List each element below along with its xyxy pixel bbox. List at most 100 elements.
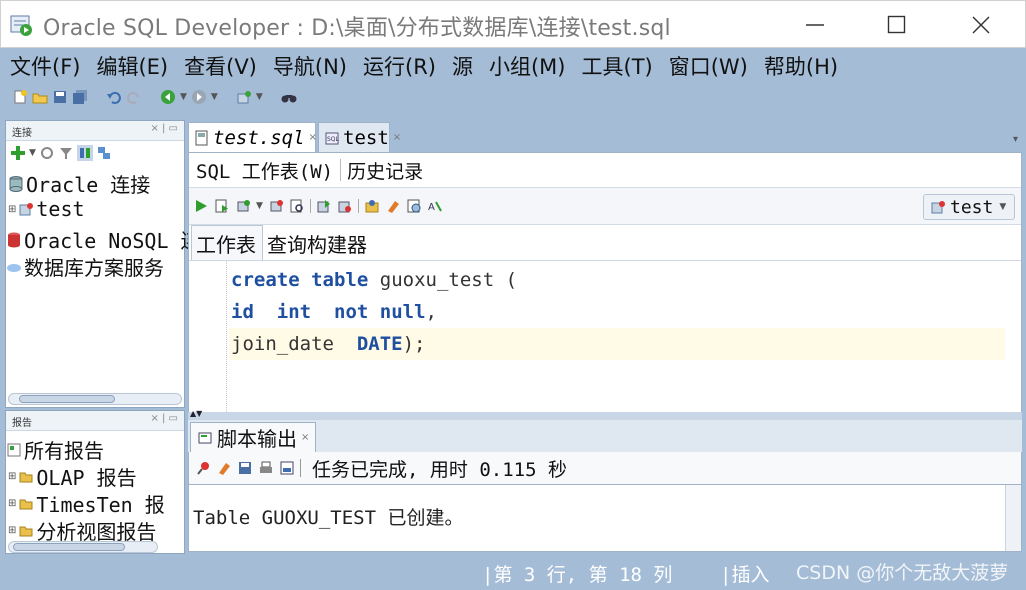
tab-query-builder[interactable]: 查询构建器 bbox=[263, 226, 373, 261]
maximize-button[interactable] bbox=[867, 1, 927, 49]
scrollbar-thumb[interactable] bbox=[13, 543, 125, 551]
redo-icon[interactable] bbox=[126, 89, 142, 105]
collapse-arrows-icon[interactable]: ▲▼ bbox=[190, 409, 202, 418]
connections-horizontal-scrollbar[interactable] bbox=[8, 393, 182, 405]
commit-dropdown-icon[interactable]: ▼ bbox=[256, 201, 263, 211]
tree-item-all-reports[interactable]: 所有报告 bbox=[6, 435, 104, 464]
menu-team[interactable]: 小组(M) bbox=[489, 51, 573, 81]
menu-edit[interactable]: 编辑(E) bbox=[96, 51, 175, 81]
close-button[interactable] bbox=[951, 1, 1011, 49]
rollback-icon[interactable] bbox=[268, 198, 284, 214]
output-options-icon[interactable] bbox=[279, 460, 295, 476]
close-tab-icon[interactable]: × bbox=[301, 432, 309, 443]
cloud-icon bbox=[6, 259, 22, 275]
close-tab-icon[interactable]: × bbox=[393, 132, 401, 143]
tree-item-cloud-schema-service[interactable]: 数据库方案服务 bbox=[6, 252, 164, 281]
tab-test-sql[interactable]: test.sql × bbox=[188, 122, 317, 152]
tab-list-dropdown-icon[interactable]: ▾ bbox=[1013, 134, 1018, 145]
menu-navigate[interactable]: 导航(N) bbox=[273, 51, 354, 81]
tree-item-timesten-reports[interactable]: ⊞ TimesTen 报 bbox=[8, 489, 165, 518]
tab-history[interactable]: 历史记录 bbox=[343, 155, 427, 186]
code-editor[interactable]: create table guoxu_test ( id int not nul… bbox=[189, 260, 1021, 412]
reports-pane-header: 报告 × | ▭ bbox=[6, 411, 184, 431]
script-output-area[interactable]: Table GUOXU_TEST 已创建。 bbox=[188, 484, 1022, 552]
expand-icon[interactable]: ⊞ bbox=[8, 471, 16, 482]
schema-browser-icon[interactable] bbox=[76, 145, 93, 161]
svg-text:SQL: SQL bbox=[327, 136, 339, 143]
tab-script-output[interactable]: 脚本输出 × bbox=[190, 422, 317, 452]
add-dropdown-icon[interactable]: ▼ bbox=[29, 148, 36, 158]
menu-tools[interactable]: 工具(T) bbox=[582, 51, 660, 81]
forward-icon[interactable] bbox=[191, 89, 207, 105]
filter-icon[interactable] bbox=[58, 145, 74, 161]
new-file-icon[interactable] bbox=[12, 89, 28, 105]
menu-source[interactable]: 源 bbox=[452, 51, 480, 81]
sql-worksheet-icon: SQL bbox=[325, 130, 339, 146]
reports-pane-title: 报告 bbox=[12, 418, 32, 429]
back-icon[interactable] bbox=[160, 89, 176, 105]
tab-sql-worksheet[interactable]: SQL 工作表(W) bbox=[191, 153, 339, 187]
connections-pane: 连接 × | ▭ ▼ Oracle 连接 ⊞ test Oracle NoSQL… bbox=[5, 120, 201, 408]
save-output-icon[interactable] bbox=[237, 460, 253, 476]
autotrace-icon[interactable] bbox=[316, 198, 332, 214]
explain-plan-icon[interactable] bbox=[289, 198, 305, 214]
undo-icon[interactable] bbox=[106, 89, 122, 105]
tree-item-olap-reports[interactable]: ⊞ OLAP 报告 bbox=[8, 462, 137, 491]
connection-dropdown-icon[interactable]: ▼ bbox=[256, 92, 263, 102]
menu-file[interactable]: 文件(F) bbox=[10, 51, 87, 81]
clear-icon[interactable] bbox=[337, 198, 353, 214]
task-status-text: 任务已完成, 用时 0.115 秒 bbox=[312, 458, 567, 481]
run-statement-icon[interactable] bbox=[193, 198, 209, 214]
editor-output-splitter[interactable]: ▲▼ bbox=[188, 409, 1022, 420]
nosql-icon bbox=[6, 232, 22, 248]
connections-pane-header: 连接 × | ▭ bbox=[6, 121, 184, 141]
pane-close-icon[interactable]: × | ▭ bbox=[150, 123, 178, 134]
sql-history-icon[interactable] bbox=[406, 198, 422, 214]
menu-help[interactable]: 帮助(H) bbox=[764, 51, 845, 81]
output-toolbar: 任务已完成, 用时 0.115 秒 bbox=[188, 452, 1022, 484]
output-vertical-scrollbar[interactable] bbox=[1005, 485, 1021, 551]
back-dropdown-icon[interactable]: ▼ bbox=[180, 92, 187, 102]
tree-item-oracle-connections[interactable]: Oracle 连接 bbox=[8, 169, 150, 198]
menu-run[interactable]: 运行(R) bbox=[363, 51, 443, 81]
tree-item-test[interactable]: ⊞ test bbox=[8, 197, 85, 221]
open-folder-icon[interactable] bbox=[32, 89, 48, 105]
binoculars-icon[interactable] bbox=[281, 89, 297, 105]
connection-tree-icon[interactable] bbox=[96, 145, 112, 161]
run-script-icon[interactable] bbox=[214, 198, 230, 214]
format-icon[interactable]: A bbox=[427, 198, 443, 214]
tree-label: test bbox=[36, 197, 85, 221]
pin-icon[interactable] bbox=[195, 460, 211, 476]
add-connection-icon[interactable] bbox=[10, 145, 26, 161]
eraser-icon[interactable] bbox=[385, 198, 401, 214]
report-icon bbox=[6, 442, 22, 458]
minimize-button[interactable] bbox=[785, 1, 845, 49]
commit-icon[interactable] bbox=[235, 198, 251, 214]
expand-icon[interactable]: ⊞ bbox=[8, 204, 16, 215]
pane-close-icon[interactable]: × | ▭ bbox=[150, 413, 178, 424]
clear-output-icon[interactable] bbox=[216, 460, 232, 476]
sql-connection-icon[interactable] bbox=[236, 89, 252, 105]
tree-label: Oracle 连接 bbox=[26, 173, 151, 197]
refresh-icon[interactable] bbox=[39, 145, 55, 161]
connection-selector[interactable]: test ▼ bbox=[923, 194, 1015, 220]
tree-item-oracle-nosql[interactable]: Oracle NoSQL 连 bbox=[6, 225, 201, 254]
connection-selector-value: test bbox=[950, 196, 994, 218]
print-icon[interactable] bbox=[258, 460, 274, 476]
save-all-icon[interactable] bbox=[72, 89, 88, 105]
script-output-icon bbox=[197, 430, 213, 446]
tab-test-connection[interactable]: SQL test × bbox=[318, 122, 401, 152]
expand-icon[interactable]: ⊞ bbox=[8, 498, 16, 509]
menu-view[interactable]: 查看(V) bbox=[184, 51, 264, 81]
save-icon[interactable] bbox=[52, 89, 68, 105]
folder-icon bbox=[18, 523, 34, 539]
expand-icon[interactable]: ⊞ bbox=[8, 525, 16, 536]
tab-worksheet[interactable]: 工作表 bbox=[191, 225, 263, 261]
sql-tuning-icon[interactable] bbox=[364, 198, 380, 214]
scrollbar-thumb[interactable] bbox=[19, 395, 115, 403]
close-tab-icon[interactable]: × bbox=[309, 132, 317, 143]
reports-horizontal-scrollbar[interactable] bbox=[8, 541, 158, 553]
menu-window[interactable]: 窗口(W) bbox=[669, 51, 755, 81]
forward-dropdown-icon[interactable]: ▼ bbox=[211, 92, 218, 102]
main-toolbar: ▼ ▼ ▼ bbox=[12, 86, 297, 108]
